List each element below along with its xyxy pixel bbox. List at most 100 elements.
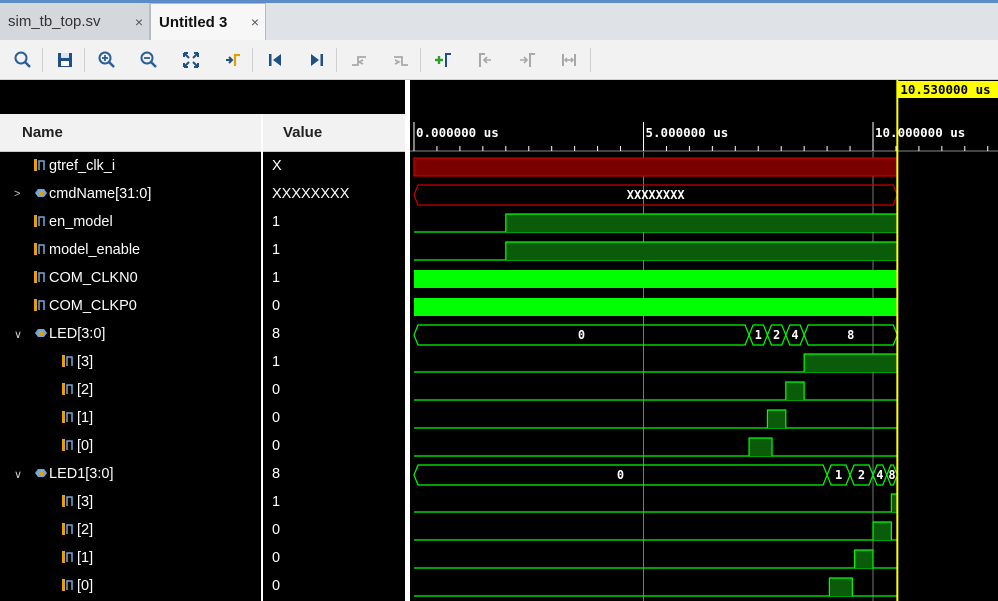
- signal-name: [2]: [77, 522, 94, 538]
- signal-row[interactable]: gtref_clk_i: [0, 152, 261, 180]
- next-marker-icon[interactable]: [513, 47, 541, 73]
- toolbar-separator: [42, 48, 43, 72]
- signal-row[interactable]: [1]: [0, 544, 261, 572]
- signal-row[interactable]: [3]: [0, 348, 261, 376]
- led1-bit-2-high-fill: [873, 522, 892, 540]
- bit-signal-icon: [62, 382, 74, 396]
- tab-label: Untitled 3: [159, 13, 228, 31]
- bit-signal-icon: [62, 410, 74, 424]
- go-to-last-time-icon[interactable]: [303, 47, 331, 73]
- led1-bus-segment-label: 0: [617, 468, 624, 482]
- tab-sim-tb-top[interactable]: sim_tb_top.sv ×: [0, 3, 150, 40]
- led-bus-segment-label: 4: [791, 328, 798, 342]
- tick-label: 5.000000 us: [646, 125, 729, 140]
- collapse-chevron-icon[interactable]: ∨: [14, 468, 22, 481]
- signal-name: [2]: [77, 382, 94, 398]
- bit-signal-icon: [34, 214, 46, 228]
- toolbar-separator: [336, 48, 337, 72]
- signal-row[interactable]: [3]: [0, 488, 261, 516]
- zoom-in-icon[interactable]: [93, 47, 121, 73]
- signal-name: [1]: [77, 550, 94, 566]
- tab-untitled-3[interactable]: Untitled 3 ×: [150, 3, 266, 40]
- bit-signal-icon: [34, 242, 46, 256]
- model-enable-high-fill: [505, 242, 898, 260]
- signal-value: 0: [272, 410, 281, 426]
- bus-signal-icon: [34, 326, 47, 340]
- waveform-canvas[interactable]: 0.000000 us 5.000000 us 10.000000 us XXXXXX…: [410, 80, 998, 601]
- led1-bus-segment-label: 1: [835, 468, 842, 482]
- signal-name: en_model: [49, 214, 113, 230]
- toolbar-separator: [420, 48, 421, 72]
- signal-row[interactable]: COM_CLKN0: [0, 264, 261, 292]
- led-bit-1-high-fill: [767, 410, 786, 428]
- signal-row[interactable]: [2]: [0, 376, 261, 404]
- signal-row[interactable]: [1]: [0, 404, 261, 432]
- led1-bit-0-high-fill: [829, 578, 853, 596]
- waveform-svg[interactable]: 0.000000 us 5.000000 us 10.000000 us XXXXXX…: [410, 80, 998, 601]
- gtref-clk-x-fill: [414, 158, 898, 176]
- signal-name: [1]: [77, 410, 94, 426]
- signal-name: model_enable: [49, 242, 141, 258]
- expand-chevron-icon[interactable]: >: [14, 188, 20, 200]
- tab-bar: sim_tb_top.sv × Untitled 3 ×: [0, 0, 998, 40]
- signal-name: LED1[3:0]: [49, 466, 114, 482]
- swap-cursors-icon[interactable]: [555, 47, 583, 73]
- signal-name: COM_CLKP0: [49, 298, 137, 314]
- tick-label: 0.000000 us: [416, 125, 499, 140]
- signal-row[interactable]: en_model: [0, 208, 261, 236]
- previous-transition-icon[interactable]: [345, 47, 373, 73]
- value-column-header[interactable]: Value: [263, 114, 405, 152]
- search-icon[interactable]: [9, 47, 37, 73]
- bit-signal-icon: [34, 270, 46, 284]
- signal-value: 0: [272, 382, 281, 398]
- led1-bus-segment-label: 8: [888, 468, 895, 482]
- signal-value: 1: [272, 270, 281, 286]
- signal-row[interactable]: [0]: [0, 432, 261, 460]
- signal-value: 1: [272, 242, 281, 258]
- signal-name: COM_CLKN0: [49, 270, 138, 286]
- signal-row[interactable]: model_enable: [0, 236, 261, 264]
- zoom-fit-icon[interactable]: [177, 47, 205, 73]
- signal-value: 0: [272, 550, 281, 566]
- bit-signal-icon: [62, 438, 74, 452]
- signal-row[interactable]: ∨ LED[3:0]: [0, 320, 261, 348]
- signal-value: 1: [272, 354, 281, 370]
- bus-signal-icon: [34, 466, 47, 480]
- go-to-time-zero-icon[interactable]: [261, 47, 289, 73]
- signal-value: 8: [272, 466, 281, 482]
- signal-name: [3]: [77, 354, 94, 370]
- signal-value: 0: [272, 438, 281, 454]
- signal-value: 1: [272, 494, 281, 510]
- clock-wave: [414, 298, 898, 316]
- signal-row[interactable]: [2]: [0, 516, 261, 544]
- name-column-header[interactable]: Name: [0, 114, 261, 152]
- zoom-out-icon[interactable]: [135, 47, 163, 73]
- toolbar-separator: [84, 48, 85, 72]
- signal-row[interactable]: COM_CLKP0: [0, 292, 261, 320]
- bus-signal-icon: [34, 186, 47, 200]
- close-tab-icon[interactable]: ×: [251, 14, 259, 30]
- signal-names-panel: Name gtref_clk_i > cmdName[31:0] en_modelmo…: [0, 80, 262, 601]
- bit-signal-icon: [34, 298, 46, 312]
- signal-value: 0: [272, 298, 281, 314]
- led1-bit-1-high-fill: [854, 550, 873, 568]
- signal-row[interactable]: ∨ LED1[3:0]: [0, 460, 261, 488]
- add-marker-icon[interactable]: [429, 47, 457, 73]
- collapse-chevron-icon[interactable]: ∨: [14, 328, 22, 341]
- signal-name: cmdName[31:0]: [49, 186, 152, 202]
- clock-wave: [414, 270, 898, 288]
- en-model-high-fill: [505, 214, 898, 232]
- previous-marker-icon[interactable]: [471, 47, 499, 73]
- signal-name: LED[3:0]: [49, 326, 106, 342]
- tick-label: 10.000000 us: [875, 125, 965, 140]
- next-transition-icon[interactable]: [387, 47, 415, 73]
- cursor-time-label: 10.530000 us: [897, 81, 998, 98]
- led1-bus-segment-label: 4: [876, 468, 883, 482]
- signal-row[interactable]: [0]: [0, 572, 261, 600]
- save-icon[interactable]: [51, 47, 79, 73]
- go-to-cursor-icon[interactable]: [219, 47, 247, 73]
- close-tab-icon[interactable]: ×: [135, 14, 143, 30]
- signal-row[interactable]: > cmdName[31:0]: [0, 180, 261, 208]
- signal-value: 0: [272, 578, 281, 594]
- led-bit-0-high-fill: [749, 438, 773, 456]
